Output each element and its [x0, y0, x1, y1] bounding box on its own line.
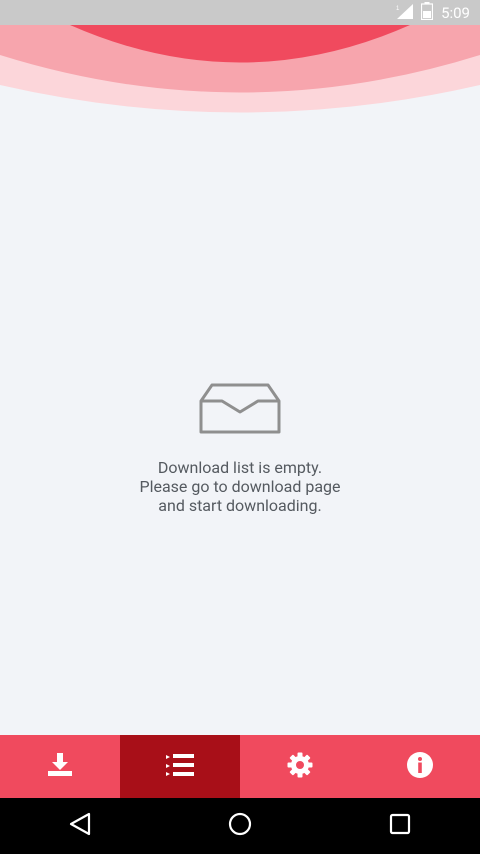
tab-settings[interactable] [240, 735, 360, 798]
empty-message-line: and start downloading. [158, 496, 322, 515]
status-bar: 1 5:09 [0, 0, 480, 25]
recents-button[interactable] [370, 798, 430, 854]
download-icon [47, 752, 73, 781]
tab-download[interactable] [0, 735, 120, 798]
status-time: 5:09 [441, 3, 470, 22]
gear-icon [287, 752, 313, 782]
empty-state: Download list is empty. Please go to dow… [0, 380, 480, 515]
list-icon [166, 753, 194, 780]
empty-message: Download list is empty. Please go to dow… [139, 458, 340, 515]
empty-message-line: Please go to download page [139, 477, 341, 496]
status-icons: 1 5:09 [395, 0, 470, 25]
tab-download-list[interactable] [120, 735, 240, 798]
system-nav-bar [0, 798, 480, 854]
empty-message-line: Download list is empty. [157, 458, 323, 477]
home-button[interactable] [210, 798, 270, 854]
svg-text:1: 1 [396, 6, 400, 12]
signal-icon: 1 [395, 3, 415, 23]
recents-icon [389, 813, 411, 839]
back-button[interactable] [50, 798, 110, 854]
header-decoration [0, 25, 480, 113]
tab-info[interactable] [360, 735, 480, 798]
bottom-nav [0, 735, 480, 798]
home-icon [228, 812, 252, 840]
battery-icon [420, 1, 434, 24]
inbox-tray-icon [198, 380, 282, 440]
info-icon [407, 751, 433, 782]
back-icon [69, 812, 91, 840]
